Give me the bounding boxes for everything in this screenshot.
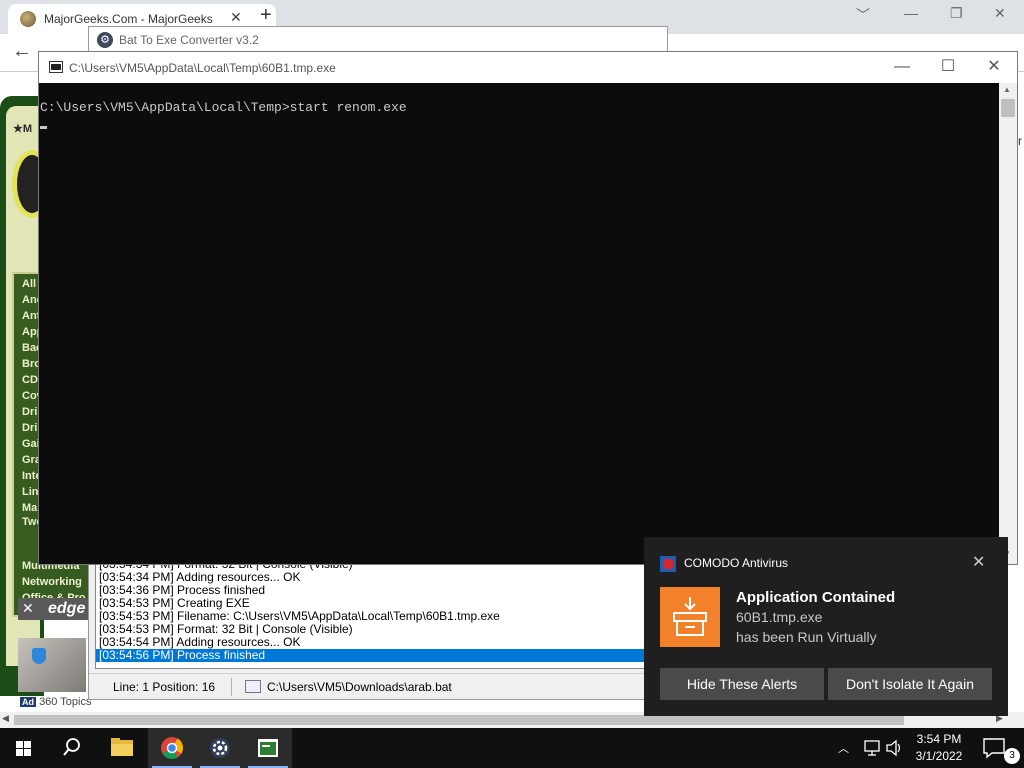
network-icon[interactable] <box>862 728 882 768</box>
ad-caption: Ad 360 Topics <box>20 696 91 708</box>
close-icon[interactable]: ✕ <box>972 552 985 572</box>
chevron-down-icon[interactable]: ﹀ <box>856 5 870 25</box>
ad-badge: Ad <box>20 697 36 707</box>
comodo-notification: COMODO Antivirus ✕ Application Contained… <box>644 537 1008 716</box>
tab-close-icon[interactable]: ✕ <box>230 9 242 26</box>
restore-icon[interactable]: ❐ <box>950 5 963 22</box>
category-link[interactable]: Networking <box>22 576 82 588</box>
cursor-position: Line: 1 Position: 16 <box>113 680 216 694</box>
taskbar: ︿ 3:54 PM 3/1/2022 3 <box>0 728 1024 768</box>
file-path: C:\Users\VM5\Downloads\arab.bat <box>267 680 452 694</box>
close-icon[interactable]: ✕ <box>994 5 1006 22</box>
majorgeeks-favicon-icon <box>20 11 36 27</box>
scrollbar-thumb[interactable] <box>14 715 904 725</box>
status-bar: Line: 1 Position: 16 C:\Users\VM5\Downlo… <box>89 673 667 699</box>
minimize-button[interactable]: — <box>879 52 925 82</box>
minimize-icon[interactable]: — <box>904 5 918 21</box>
system-clock[interactable]: 3:54 PM 3/1/2022 <box>905 731 973 765</box>
scroll-left-icon[interactable]: ◀ <box>2 713 9 724</box>
file-icon <box>245 680 261 693</box>
hide-alerts-button[interactable]: Hide These Alerts <box>660 668 824 700</box>
ad-banner[interactable]: ✕ edge <box>18 598 90 620</box>
browser-tab-title: MajorGeeks.Com - MajorGeeks <box>44 12 213 26</box>
container-box-icon <box>660 587 720 647</box>
back-arrow-icon[interactable]: ← <box>12 40 32 63</box>
console-icon <box>49 61 63 73</box>
maximize-button[interactable]: ☐ <box>925 52 971 82</box>
category-link[interactable]: Lin <box>22 486 39 498</box>
notification-app-name: COMODO Antivirus <box>684 556 789 570</box>
new-tab-button[interactable]: + <box>260 4 272 27</box>
file-explorer-icon[interactable] <box>98 728 146 768</box>
volume-icon[interactable] <box>884 728 904 768</box>
notification-message: has been Run Virtually <box>736 629 877 645</box>
notification-heading: Application Contained <box>736 589 896 606</box>
console-line: C:\Users\VM5\AppData\Local\Temp>start re… <box>40 100 407 115</box>
shield-icon <box>32 648 46 664</box>
scrollbar-thumb[interactable] <box>1001 99 1015 117</box>
clock-time: 3:54 PM <box>916 732 962 746</box>
console-window-title: C:\Users\VM5\AppData\Local\Temp\60B1.tmp… <box>69 61 336 75</box>
console-cursor <box>40 126 47 129</box>
clock-date: 3/1/2022 <box>915 749 963 763</box>
console-app-icon[interactable] <box>244 728 292 768</box>
scroll-up-icon[interactable]: ▲ <box>1003 85 1011 94</box>
console-window: C:\Users\VM5\AppData\Local\Temp\60B1.tmp… <box>38 51 1018 565</box>
b2e-title-bar[interactable]: ⚙ Bat To Exe Converter v3.2 <box>89 27 667 53</box>
category-link[interactable]: All <box>22 278 36 290</box>
notification-file: 60B1.tmp.exe <box>736 609 823 625</box>
chevron-up-icon[interactable]: ︿ <box>838 740 849 768</box>
notification-count-badge: 3 <box>1004 748 1020 764</box>
console-title-bar[interactable]: C:\Users\VM5\AppData\Local\Temp\60B1.tmp… <box>39 52 1017 83</box>
ad-thumbnail[interactable] <box>18 638 86 692</box>
ad-brand: edge <box>48 600 86 617</box>
comodo-logo-icon <box>660 556 676 572</box>
log-line-selected[interactable]: [03:54:56 PM] Process finished <box>96 649 664 662</box>
category-link[interactable]: Ma <box>22 502 37 514</box>
category-link[interactable]: CD <box>22 374 38 386</box>
close-button[interactable]: ✕ <box>971 52 1017 82</box>
category-link[interactable]: Dri <box>22 406 37 418</box>
star-icon: ★M <box>13 123 33 135</box>
console-output[interactable]: C:\Users\VM5\AppData\Local\Temp>start re… <box>39 83 999 564</box>
bat-to-exe-gear-icon[interactable] <box>196 728 244 768</box>
category-link[interactable]: Dri <box>22 422 37 434</box>
chrome-icon[interactable] <box>148 728 196 768</box>
gear-icon: ⚙ <box>97 32 113 48</box>
status-divider <box>231 678 232 696</box>
b2e-window-title: Bat To Exe Converter v3.2 <box>119 33 259 47</box>
ad-text: 360 Topics <box>39 696 92 708</box>
close-icon[interactable]: ✕ <box>22 600 34 617</box>
dont-isolate-button[interactable]: Don't Isolate It Again <box>828 668 992 700</box>
windows-start-icon[interactable] <box>0 728 48 768</box>
action-center-icon[interactable]: 3 <box>978 728 1024 768</box>
output-log[interactable]: [03:54:34 PM] Format: 32 Bit | Console (… <box>95 557 665 669</box>
console-scrollbar[interactable]: ▲ ▼ <box>999 83 1017 564</box>
search-icon[interactable] <box>48 728 96 768</box>
